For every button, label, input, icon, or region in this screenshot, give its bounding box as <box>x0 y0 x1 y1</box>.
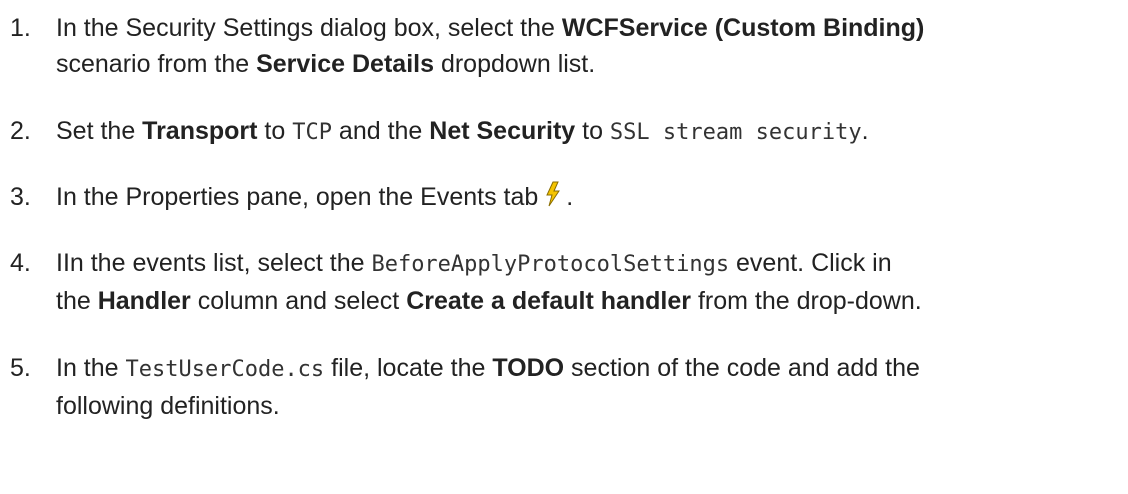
net-security-label: Net Security <box>429 117 576 145</box>
handler-column-label: Handler <box>97 287 191 315</box>
step-1: 1. In the Security Settings dialog box, … <box>0 10 1110 82</box>
step-text-part: . <box>566 183 574 211</box>
step-2: 2. Set the Transport to TCP and the Net … <box>0 113 1110 151</box>
step-text: In the TestUserCode.cs file, locate the … <box>56 350 1110 424</box>
create-handler-option: Create a default handler <box>406 287 692 315</box>
step-text-part: IIn the events list, select the <box>56 249 372 277</box>
file-name: TestUserCode.cs <box>125 357 325 382</box>
step-5: 5. In the TestUserCode.cs file, locate t… <box>0 350 1110 424</box>
step-text-part: column and select <box>190 287 407 315</box>
step-text-part: In the <box>56 354 126 382</box>
step-text: IIn the events list, select the BeforeAp… <box>56 245 1110 319</box>
step-text-part: the <box>56 287 98 315</box>
step-number: 1. <box>10 14 31 42</box>
net-security-value: SSL stream security <box>609 120 862 145</box>
transport-value: TCP <box>292 120 332 145</box>
step-text-part: In the Security Settings dialog box, sel… <box>56 14 562 42</box>
step-text-part: . <box>861 117 869 145</box>
transport-label: Transport <box>142 117 258 145</box>
dropdown-name: Service Details <box>256 50 434 78</box>
step-number: 4. <box>10 249 31 277</box>
todo-label: TODO <box>492 354 565 382</box>
step-text-part: event. Click in <box>729 249 892 277</box>
step-text-part: from the drop-down. <box>691 287 922 315</box>
step-text: Set the Transport to TCP and the Net Sec… <box>56 113 1110 151</box>
lightning-bolt-icon <box>544 181 562 217</box>
step-text-part: section of the code and add the <box>564 354 920 382</box>
step-text: In the Properties pane, open the Events … <box>56 179 1110 217</box>
step-4: 4. IIn the events list, select the Befor… <box>0 245 1110 319</box>
step-text-part: scenario from the <box>56 50 257 78</box>
step-text-part: In the Properties pane, open the Events … <box>56 183 539 211</box>
step-text-part: following definitions. <box>56 392 280 420</box>
step-number: 3. <box>10 183 31 211</box>
step-text: In the Security Settings dialog box, sel… <box>56 10 1110 82</box>
event-name: BeforeApplyProtocolSettings <box>371 252 730 277</box>
step-text-part: to <box>575 117 610 145</box>
step-text-part: and the <box>331 117 430 145</box>
step-text-part: Set the <box>56 117 143 145</box>
step-3: 3. In the Properties pane, open the Even… <box>0 179 1110 217</box>
scenario-name: WCFService (Custom Binding) <box>561 14 925 42</box>
instruction-steps: 1. In the Security Settings dialog box, … <box>0 0 1128 494</box>
step-number: 2. <box>10 117 31 145</box>
step-text-part: file, locate the <box>324 354 493 382</box>
step-text-part: dropdown list. <box>434 50 596 78</box>
step-number: 5. <box>10 354 31 382</box>
step-text-part: to <box>257 117 293 145</box>
